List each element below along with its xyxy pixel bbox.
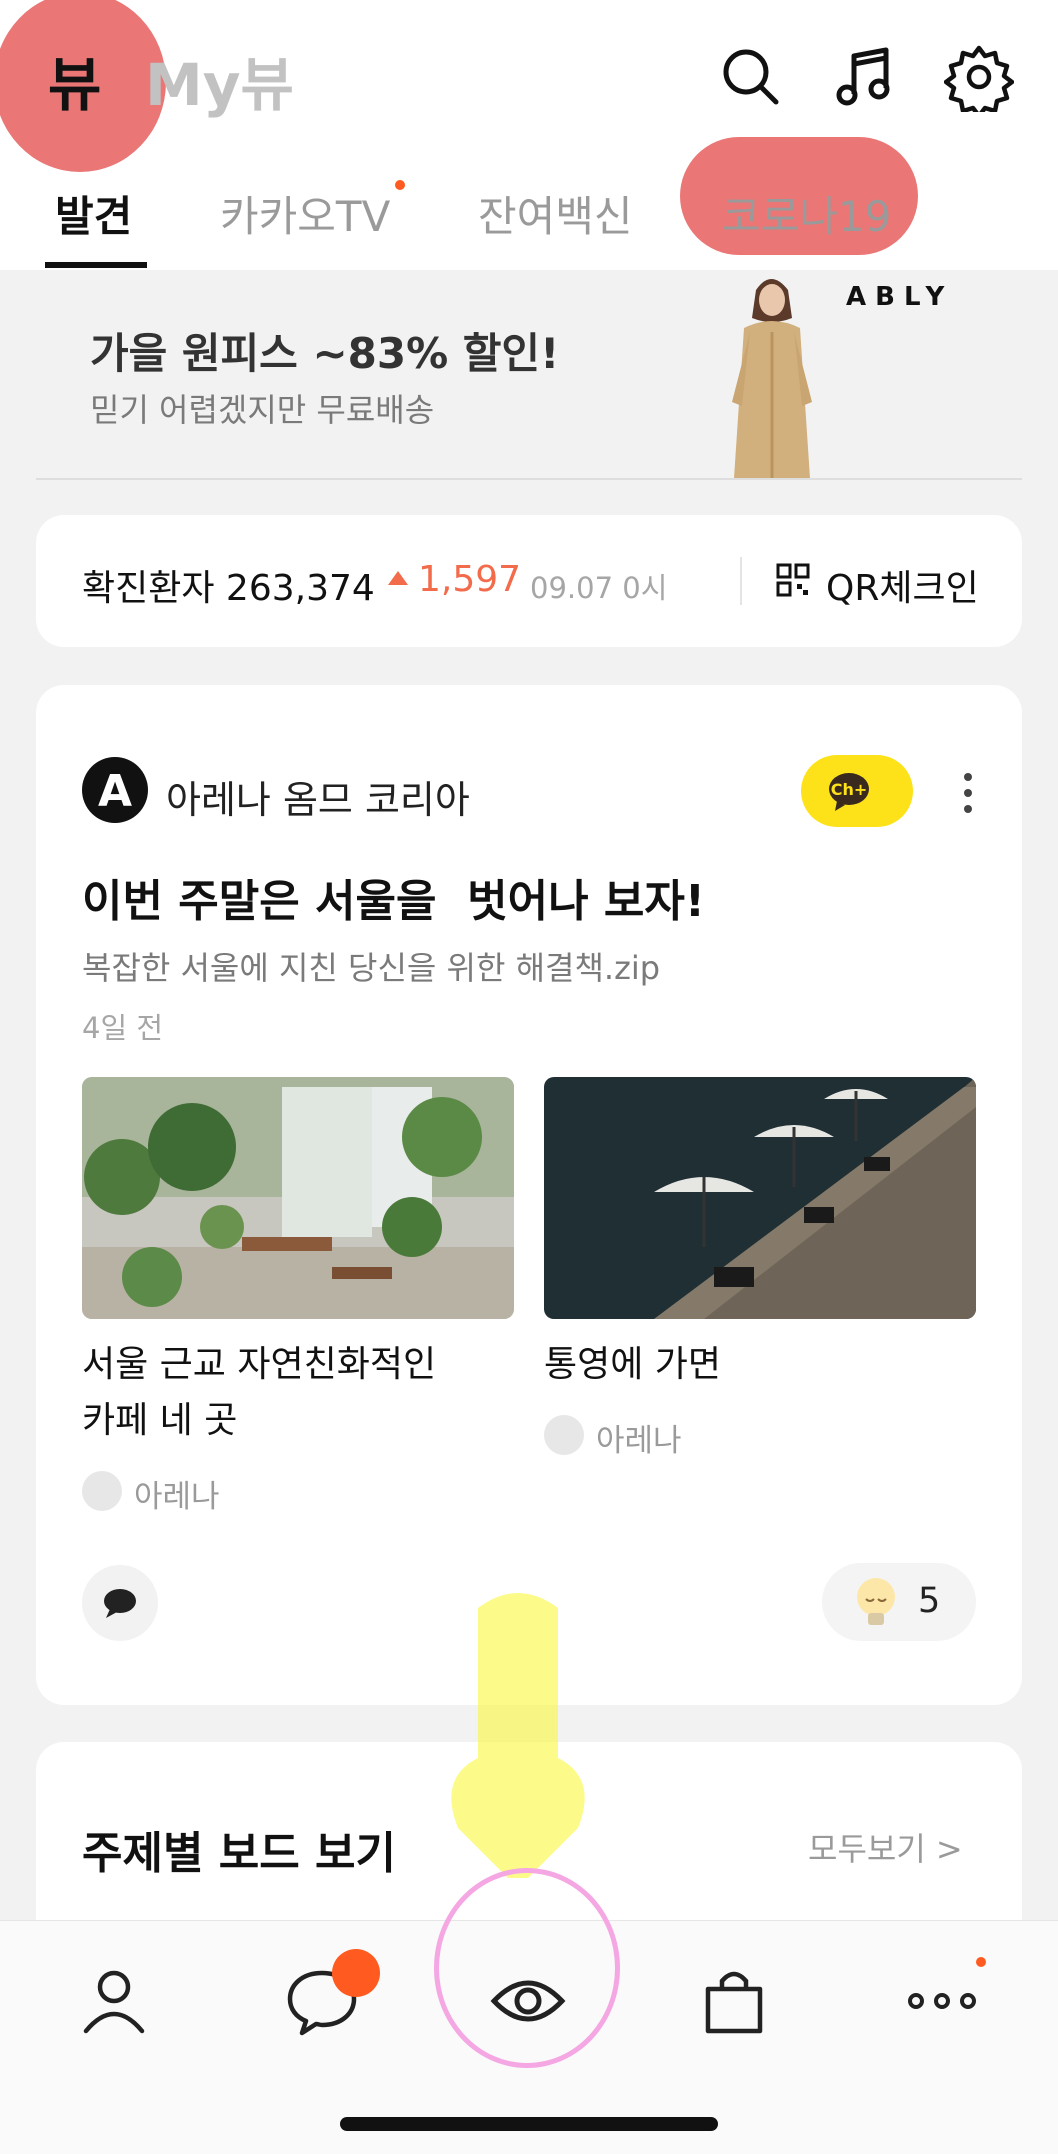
channel-name[interactable]: 아레나 옴므 코리아 bbox=[166, 769, 470, 824]
article-title-line: 서울 근교 자연친화적인 bbox=[82, 1344, 437, 1385]
new-indicator-dot bbox=[976, 1957, 986, 1967]
comment-icon bbox=[104, 1589, 136, 1618]
search-icon[interactable] bbox=[716, 42, 786, 112]
article-title-line: 통영에 가면 bbox=[544, 1344, 722, 1385]
globe-icon bbox=[82, 1471, 122, 1511]
article-thumbnail-tongyeong[interactable] bbox=[544, 1077, 976, 1319]
music-icon[interactable] bbox=[830, 42, 900, 112]
channel-plus-icon: Ch+ bbox=[829, 773, 869, 811]
tab-covid19[interactable]: 코로나19 bbox=[722, 183, 891, 244]
home-indicator[interactable] bbox=[340, 2117, 718, 2131]
qr-checkin-button[interactable]: QR체크인 bbox=[776, 549, 996, 613]
tab-discover[interactable]: 발견 bbox=[55, 183, 132, 244]
article-title-line: 카페 네 곳 bbox=[82, 1400, 238, 1441]
view-all-link[interactable]: 모두보기 > bbox=[808, 1824, 963, 1870]
profile-icon[interactable] bbox=[74, 1961, 154, 2041]
covid-case-count: 확진환자 263,374 bbox=[82, 568, 375, 609]
reaction-button[interactable]: 5 bbox=[822, 1563, 976, 1641]
ad-model-image bbox=[686, 270, 856, 478]
cafe-greenhouse-image bbox=[82, 1077, 514, 1319]
article-title[interactable]: 통영에 가면 bbox=[544, 1337, 721, 1393]
ad-subtext: 믿기 어렵겠지만 무료배송 bbox=[90, 391, 435, 429]
logo-letter: A bbox=[98, 766, 132, 817]
qr-code-icon bbox=[776, 563, 810, 597]
view-tab[interactable]: 뷰 bbox=[48, 38, 101, 122]
article-source: 아레나 bbox=[596, 1423, 682, 1459]
comment-button[interactable] bbox=[82, 1565, 158, 1641]
board-section-title: 주제별 보드 보기 bbox=[82, 1828, 396, 1879]
ad-brand-logo: ABLY bbox=[846, 282, 954, 312]
post-title[interactable]: 이번 주말은 서울을 벗어나 보자! bbox=[82, 865, 705, 929]
tab-kakaotv[interactable]: 카카오TV bbox=[220, 183, 390, 244]
lightbulb-icon bbox=[857, 1578, 895, 1625]
arena-logo-icon: A bbox=[98, 766, 132, 817]
reaction-count: 5 bbox=[918, 1581, 941, 1621]
seaside-umbrellas-image bbox=[544, 1077, 976, 1319]
covid-daily-increase: 1,597 bbox=[418, 559, 522, 600]
more-options-icon[interactable] bbox=[956, 771, 980, 815]
ad-banner[interactable]: 가을 원피스 ~83% 할인! 믿기 어렵겠지만 무료배송 ABLY bbox=[36, 270, 1022, 480]
covid-status-card[interactable]: 확진환자 263,374 1,597 09.07 0시 QR체크인 bbox=[36, 515, 1022, 647]
channel-post-card: A 아레나 옴므 코리아 Ch+ 이번 주말은 서울을 벗어나 보자! 복잡한 … bbox=[36, 685, 1022, 1705]
increase-arrow-icon bbox=[388, 571, 408, 585]
article-title[interactable]: 서울 근교 자연친화적인 카페 네 곳 bbox=[82, 1337, 436, 1449]
sub-tab-bar: 발견 카카오TV 잔여백신 코로나19 bbox=[0, 175, 1058, 270]
notification-badge bbox=[332, 1949, 380, 1997]
new-indicator-dot bbox=[395, 180, 405, 190]
app-header: 뷰 My뷰 발견 카카오TV 잔여백신 코로나19 bbox=[0, 0, 1058, 270]
more-icon[interactable] bbox=[902, 1961, 982, 2041]
pink-circle-annotation bbox=[434, 1868, 620, 2068]
ad-headline: 가을 원피스 ~83% 할인! bbox=[90, 329, 560, 378]
divider bbox=[740, 557, 742, 605]
article-thumbnail-cafe[interactable] bbox=[82, 1077, 514, 1319]
channel-logo[interactable]: A bbox=[82, 757, 148, 823]
article-source: 아레나 bbox=[134, 1479, 220, 1515]
add-channel-button[interactable]: Ch+ bbox=[801, 755, 913, 827]
yellow-arrow-annotation bbox=[451, 1593, 585, 1878]
gear-icon[interactable] bbox=[944, 42, 1014, 112]
tab-remaining-vaccine[interactable]: 잔여백신 bbox=[478, 183, 633, 244]
globe-icon bbox=[544, 1415, 584, 1455]
myview-tab[interactable]: My뷰 bbox=[145, 38, 294, 122]
ch-plus-text: Ch+ bbox=[831, 780, 868, 799]
active-tab-indicator bbox=[45, 262, 147, 268]
covid-timestamp: 09.07 0시 bbox=[530, 571, 668, 605]
shopping-bag-icon[interactable] bbox=[694, 1961, 774, 2041]
post-time: 4일 전 bbox=[82, 1011, 164, 1045]
qr-checkin-label: QR체크인 bbox=[826, 568, 979, 609]
post-subtitle: 복잡한 서울에 지친 당신을 위한 해결책.zip bbox=[82, 949, 661, 987]
